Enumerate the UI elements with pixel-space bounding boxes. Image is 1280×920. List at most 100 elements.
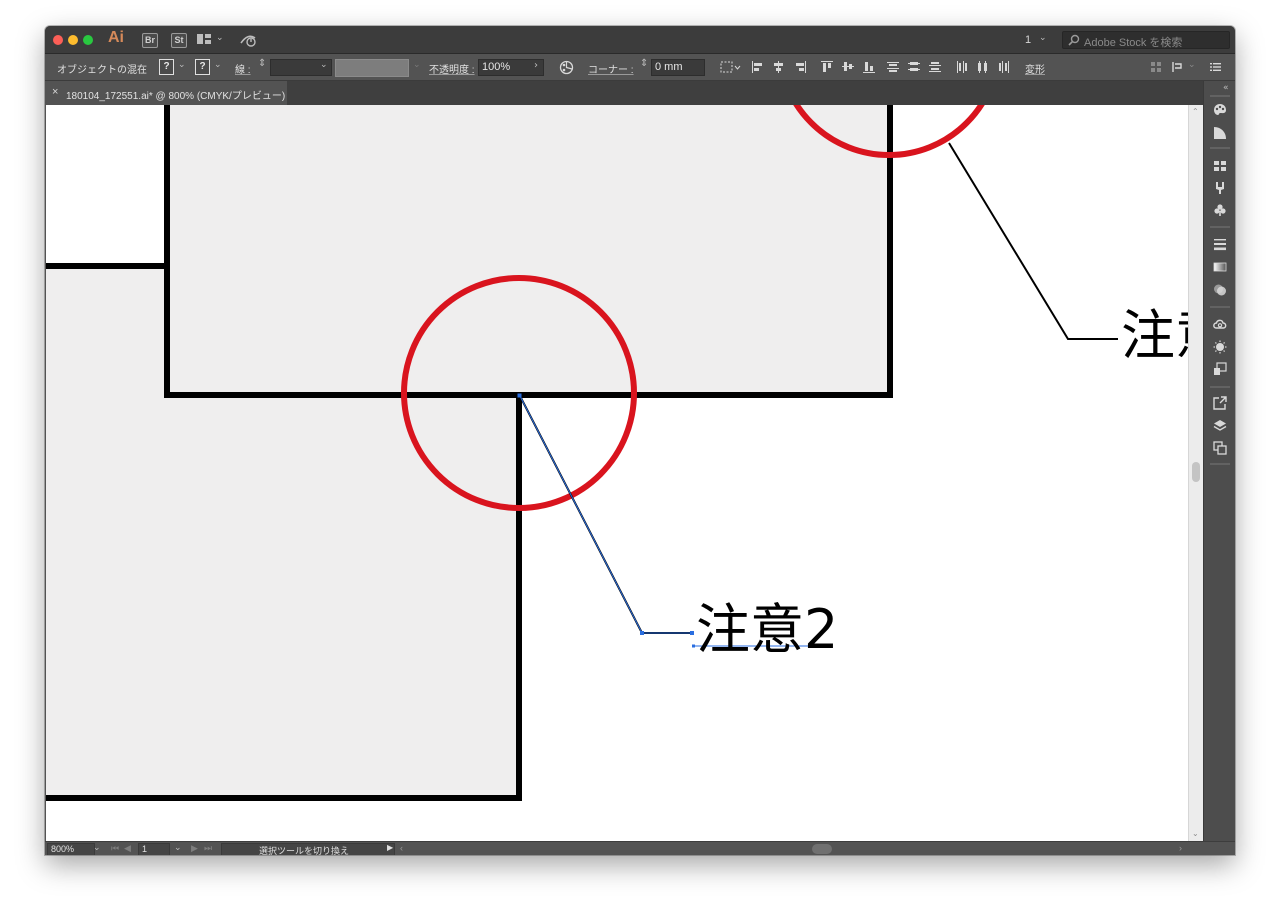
zoom-level-value: 800% — [51, 844, 75, 854]
stepper-icon[interactable]: ⇕ — [258, 58, 266, 69]
variable-width-profile[interactable] — [335, 59, 409, 77]
scroll-right-icon[interactable]: › — [1179, 843, 1182, 853]
export-asset-icon[interactable] — [1213, 396, 1227, 410]
horizontal-scroll-thumb[interactable] — [812, 844, 832, 854]
transparency-icon[interactable] — [1213, 283, 1227, 297]
minimize-window-button[interactable] — [68, 35, 78, 45]
callout-text-2[interactable]: 注意2 — [696, 598, 838, 661]
zoom-window-button[interactable] — [83, 35, 93, 45]
chevron-down-icon[interactable]: ⌄ — [1188, 60, 1196, 70]
swatches-icon[interactable] — [1213, 159, 1227, 173]
zoom-level-field[interactable]: 800% — [47, 843, 95, 855]
document-tab-bar: × 180104_172551.ai* @ 800% (CMYK/プレビュー) — [45, 81, 1203, 105]
fill-swatch[interactable]: ? — [159, 59, 174, 75]
symbols-icon[interactable] — [1213, 203, 1227, 217]
align-top-icon[interactable] — [821, 61, 833, 73]
anchor-point[interactable] — [517, 393, 522, 398]
search-placeholder: Adobe Stock を検索 — [1084, 37, 1183, 49]
status-info-text: 選択ツールを切り換え — [259, 846, 350, 855]
bridge-button[interactable]: Br — [142, 33, 158, 48]
chevron-down-icon[interactable]: ⌄ — [93, 843, 101, 853]
align-left-icon[interactable] — [752, 61, 764, 73]
anchor-point[interactable] — [690, 631, 694, 635]
graphic-styles-icon[interactable] — [1213, 362, 1227, 376]
chevron-down-icon[interactable]: ⌄ — [413, 60, 421, 70]
adobe-stock-search[interactable]: Adobe Stock を検索 — [1062, 31, 1230, 49]
callout-text-1[interactable]: 注意 — [1121, 304, 1188, 367]
puppet-warp-icon[interactable] — [1171, 61, 1185, 73]
chevron-down-icon[interactable]: ⌄ — [174, 843, 182, 853]
vertical-scroll-thumb[interactable] — [1192, 462, 1200, 482]
corner-label[interactable]: コーナー : — [588, 61, 634, 76]
illustrator-logo: Ai — [108, 29, 124, 46]
align-vertical-center-icon[interactable] — [842, 61, 854, 73]
align-horizontal-center-icon[interactable] — [773, 61, 785, 73]
scroll-left-icon[interactable]: ‹ — [400, 843, 403, 853]
distribute-left-icon[interactable] — [956, 61, 968, 73]
distribute-horizontal-center-icon[interactable] — [977, 61, 989, 73]
recolor-artwork-icon[interactable] — [559, 60, 574, 75]
color-guide-icon[interactable] — [1213, 103, 1227, 117]
corner-radius-field[interactable]: 0 mm — [651, 59, 705, 76]
dock-separator — [1210, 226, 1230, 228]
chevron-down-icon[interactable]: ⌄ — [216, 33, 224, 43]
artboard-number-field[interactable]: 1 — [138, 843, 170, 855]
document-tab[interactable]: × 180104_172551.ai* @ 800% (CMYK/プレビュー) — [45, 81, 287, 105]
creative-cloud-libraries-icon[interactable] — [1213, 317, 1227, 331]
scroll-up-icon[interactable]: ⌃ — [1192, 107, 1199, 116]
status-menu-arrow-icon[interactable]: ▶ — [387, 843, 393, 852]
stock-button[interactable]: St — [171, 33, 187, 48]
align-bottom-icon[interactable] — [863, 61, 875, 73]
align-to-selection-icon[interactable] — [720, 61, 742, 73]
align-right-icon[interactable] — [794, 61, 806, 73]
gradient-icon[interactable] — [1213, 260, 1227, 274]
upper-rectangle-fill[interactable] — [167, 105, 890, 395]
chevron-down-icon[interactable]: ⌄ — [214, 60, 222, 70]
close-tab-icon[interactable]: × — [52, 86, 58, 98]
document-title: 180104_172551.ai* @ 800% (CMYK/プレビュー) — [66, 91, 286, 102]
stroke-icon[interactable] — [1213, 237, 1227, 251]
illustrator-window: Ai Br St ⌄ 1 ⌄ Adobe Stock を検索 オブジェクトの混在… — [45, 26, 1235, 855]
stroke-weight-label[interactable]: 線 : — [235, 61, 251, 76]
first-artboard-icon[interactable]: ⏮ — [111, 843, 119, 854]
workspace-switcher-icon[interactable] — [197, 34, 211, 44]
artboard-canvas[interactable]: 注意2 注意 — [46, 105, 1188, 841]
panel-menu-icon[interactable] — [1210, 62, 1221, 72]
document-page-number[interactable]: 1 — [1025, 34, 1031, 46]
scroll-down-icon[interactable]: ⌄ — [1192, 829, 1199, 838]
distribute-bottom-icon[interactable] — [929, 61, 941, 73]
previous-artboard-icon[interactable]: ◀ — [124, 843, 131, 854]
callout-leader-1[interactable] — [948, 142, 1118, 340]
dock-separator — [1210, 306, 1230, 308]
distribute-right-icon[interactable] — [998, 61, 1010, 73]
text-anchor-point[interactable] — [692, 644, 695, 648]
selection-type-label: オブジェクトの混在 — [57, 65, 147, 76]
chevron-down-icon[interactable]: ⌄ — [178, 60, 186, 70]
distribute-vertical-center-icon[interactable] — [908, 61, 920, 73]
collapse-dock-icon[interactable]: « — [1223, 83, 1229, 93]
distribute-top-icon[interactable] — [887, 61, 899, 73]
color-swatch-icon[interactable] — [1213, 126, 1227, 140]
status-info-field[interactable]: 選択ツールを切り換え — [221, 843, 395, 855]
chevron-right-icon[interactable]: › — [534, 60, 538, 71]
stroke-swatch[interactable]: ? — [195, 59, 210, 75]
isolate-selection-icon[interactable] — [1150, 61, 1162, 73]
close-window-button[interactable] — [53, 35, 63, 45]
gpu-performance-icon[interactable] — [239, 32, 257, 47]
brushes-icon[interactable] — [1213, 181, 1227, 195]
layers-icon[interactable] — [1213, 419, 1227, 433]
chevron-down-icon[interactable]: ⌄ — [1039, 33, 1047, 43]
appearance-icon[interactable] — [1213, 340, 1227, 354]
opacity-label[interactable]: 不透明度 : — [429, 61, 475, 76]
callout-leader-2[interactable] — [519, 395, 692, 634]
last-artboard-icon[interactable]: ⏭ — [204, 843, 212, 854]
artboards-icon[interactable] — [1213, 441, 1227, 455]
vertical-scrollbar[interactable]: ⌃ ⌄ — [1188, 105, 1203, 841]
artwork: 注意2 注意 — [46, 105, 1188, 801]
title-bar: Ai Br St ⌄ 1 ⌄ Adobe Stock を検索 — [45, 26, 1235, 54]
anchor-point[interactable] — [640, 631, 644, 635]
transform-link[interactable]: 変形 — [1025, 61, 1045, 76]
stepper-icon[interactable]: ⇕ — [640, 58, 648, 69]
next-artboard-icon[interactable]: ▶ — [191, 843, 198, 854]
chevron-down-icon[interactable]: ⌄ — [320, 60, 328, 70]
